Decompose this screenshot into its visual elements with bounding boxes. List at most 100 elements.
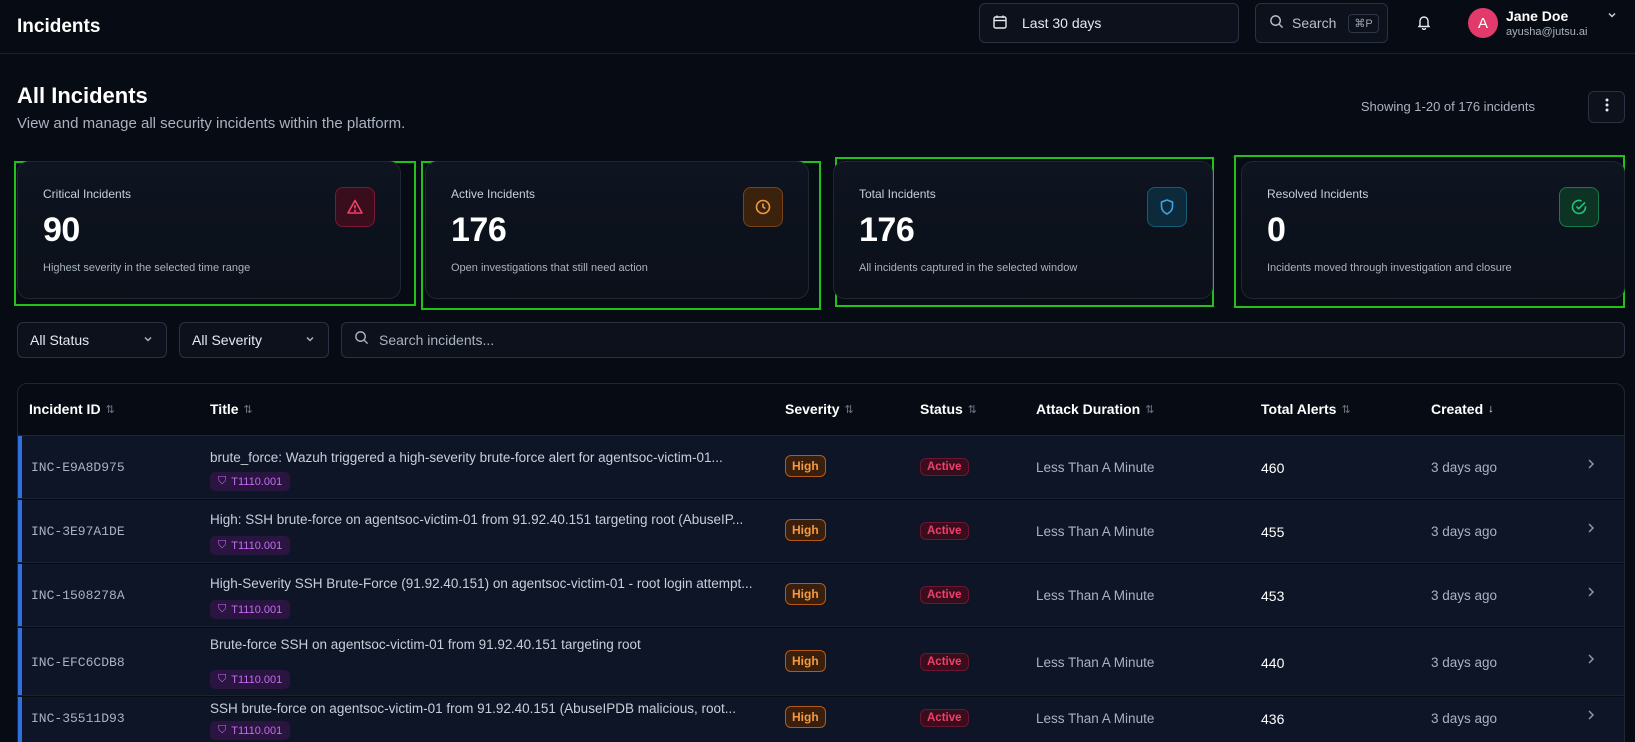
search-icon (354, 330, 369, 350)
page-subtitle: View and manage all security incidents w… (17, 115, 406, 132)
table-row[interactable]: INC-EFC6CDB8 Brute-force SSH on agentsoc… (18, 628, 1624, 696)
incident-id[interactable]: INC-35511D93 (31, 711, 125, 726)
total-alerts: 453 (1261, 588, 1285, 604)
sort-icon: ⇅ (1145, 403, 1155, 416)
severity-badge: High (785, 455, 826, 477)
column-header-status[interactable]: Status ⇅ (920, 401, 977, 417)
chevron-right-icon[interactable] (1586, 522, 1596, 537)
sort-icon: ⇅ (844, 403, 854, 416)
user-email: ayusha@jutsu.ai (1506, 26, 1588, 38)
table-row[interactable]: INC-E9A8D975 brute_force: Wazuh triggere… (18, 436, 1624, 499)
status-filter[interactable]: All Status (17, 322, 167, 358)
stat-description: All incidents captured in the selected w… (859, 262, 1078, 274)
pagination-summary: Showing 1-20 of 176 incidents (1360, 99, 1535, 114)
chevron-right-icon[interactable] (1586, 458, 1596, 473)
created-time: 3 days ago (1431, 460, 1498, 475)
shield-icon (1147, 187, 1187, 227)
created-time: 3 days ago (1431, 655, 1498, 670)
stat-value: 90 (43, 211, 80, 249)
date-range-button[interactable]: Last 30 days (979, 3, 1239, 43)
severity-filter[interactable]: All Severity (179, 322, 329, 358)
incident-title: High: SSH brute-force on agentsoc-victim… (210, 512, 744, 527)
status-badge: Active (920, 458, 969, 476)
stat-description: Highest severity in the selected time ra… (43, 262, 251, 274)
table-row[interactable]: INC-3E97A1DE High: SSH brute-force on ag… (18, 500, 1624, 563)
sort-icon: ⇅ (967, 403, 978, 416)
search-input[interactable] (379, 332, 1586, 348)
total-alerts: 455 (1261, 524, 1285, 540)
stat-card-total[interactable]: Total Incidents 176 All incidents captur… (833, 161, 1213, 299)
column-header-attack-duration[interactable]: Attack Duration ⇅ (1036, 401, 1154, 417)
date-range-label: Last 30 days (1022, 15, 1102, 31)
search-label: Search (1292, 15, 1337, 31)
avatar: A (1468, 8, 1498, 38)
column-header-created[interactable]: Created ↓ (1431, 401, 1494, 417)
incident-title: brute_force: Wazuh triggered a high-seve… (210, 450, 723, 465)
column-header-incident-id[interactable]: Incident ID ⇅ (29, 401, 115, 417)
attack-duration: Less Than A Minute (1036, 655, 1155, 670)
status-filter-value: All Status (30, 332, 90, 348)
mitre-technique-badge: ⛉ T1110.001 (210, 536, 291, 555)
table-row[interactable]: INC-35511D93 SSH brute-force on agentsoc… (18, 697, 1624, 742)
sort-icon: ⇅ (243, 403, 253, 416)
attack-duration: Less Than A Minute (1036, 588, 1155, 603)
stat-value: 0 (1267, 211, 1286, 249)
total-alerts: 440 (1261, 655, 1285, 671)
created-time: 3 days ago (1431, 524, 1498, 539)
shield-icon: ⛉ (218, 475, 227, 487)
stat-description: Incidents moved through investigation an… (1267, 262, 1512, 274)
incident-title: Brute-force SSH on agentsoc-victim-01 fr… (210, 637, 641, 652)
stat-label: Active Incidents (451, 187, 536, 201)
more-options-button[interactable] (1588, 91, 1625, 123)
created-time: 3 days ago (1431, 588, 1498, 603)
incident-search[interactable] (341, 322, 1625, 358)
attack-duration: Less Than A Minute (1036, 711, 1155, 726)
calendar-icon (992, 14, 1008, 33)
alert-triangle-icon (335, 187, 375, 227)
attack-duration: Less Than A Minute (1036, 524, 1155, 539)
stat-label: Critical Incidents (43, 187, 132, 201)
chevron-down-icon (142, 332, 154, 348)
search-icon (1269, 14, 1284, 32)
check-circle-icon (1559, 187, 1599, 227)
search-shortcut: ⌘P (1348, 13, 1379, 33)
column-header-severity[interactable]: Severity ⇅ (785, 401, 854, 417)
incident-id[interactable]: INC-EFC6CDB8 (31, 655, 125, 670)
incident-id[interactable]: INC-1508278A (31, 588, 125, 603)
stat-card-critical[interactable]: Critical Incidents 90 Highest severity i… (17, 161, 401, 299)
sort-icon: ⇅ (105, 403, 115, 416)
chevron-right-icon[interactable] (1586, 653, 1596, 668)
page-title: All Incidents (17, 83, 148, 108)
stat-card-active[interactable]: Active Incidents 176 Open investigations… (425, 161, 809, 299)
user-menu[interactable]: A Jane Doe ayusha@jutsu.ai (1468, 8, 1618, 38)
severity-badge: High (785, 650, 826, 672)
column-header-title[interactable]: Title ⇅ (210, 401, 253, 417)
severity-badge: High (785, 519, 826, 541)
status-badge: Active (920, 522, 969, 540)
bell-icon[interactable] (1416, 14, 1432, 35)
mitre-technique-badge: ⛉ T1110.001 (210, 600, 291, 619)
incident-id[interactable]: INC-3E97A1DE (31, 524, 125, 539)
total-alerts: 460 (1261, 460, 1285, 476)
shield-icon: ⛉ (218, 539, 227, 551)
incident-id[interactable]: INC-E9A8D975 (31, 460, 125, 475)
table-row[interactable]: INC-1508278A High-Severity SSH Brute-For… (18, 564, 1624, 627)
shield-icon: ⛉ (218, 673, 227, 685)
global-search-button[interactable]: Search ⌘P (1255, 3, 1388, 43)
stat-card-resolved[interactable]: Resolved Incidents 0 Incidents moved thr… (1241, 161, 1625, 299)
chevron-down-icon (304, 332, 316, 348)
sort-icon: ⇅ (1341, 403, 1351, 416)
column-header-total-alerts[interactable]: Total Alerts ⇅ (1261, 401, 1351, 417)
created-time: 3 days ago (1431, 711, 1498, 726)
chevron-right-icon[interactable] (1586, 586, 1596, 601)
incident-title: SSH brute-force on agentsoc-victim-01 fr… (210, 701, 736, 716)
stat-label: Resolved Incidents (1267, 187, 1369, 201)
mitre-technique-badge: ⛉ T1110.001 (210, 670, 291, 689)
user-name: Jane Doe (1506, 8, 1569, 24)
stat-description: Open investigations that still need acti… (451, 262, 648, 274)
status-badge: Active (920, 709, 969, 727)
incidents-table: Incident ID ⇅ Title ⇅ Severity ⇅ Status ⇅ At… (17, 383, 1625, 742)
severity-badge: High (785, 583, 826, 605)
shield-icon: ⛉ (218, 724, 227, 736)
chevron-right-icon[interactable] (1586, 709, 1596, 724)
